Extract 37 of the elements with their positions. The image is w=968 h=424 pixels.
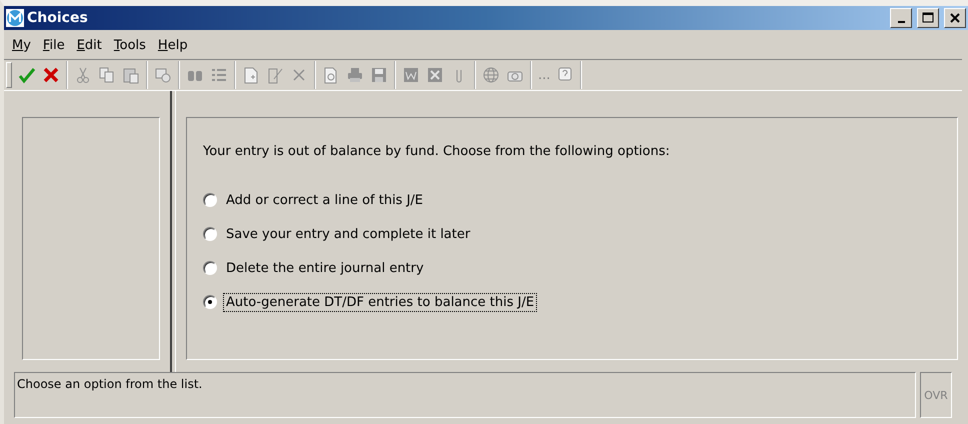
radio-button[interactable]: [203, 295, 217, 309]
scissors-icon[interactable]: [74, 66, 92, 84]
edit-document-icon[interactable]: [266, 66, 284, 84]
spreadsheet-icon[interactable]: [426, 66, 444, 84]
globe-icon[interactable]: [482, 66, 500, 84]
radio-button[interactable]: [203, 227, 217, 241]
maximize-icon: [922, 12, 934, 24]
menu-item[interactable]: Help: [158, 38, 188, 53]
check-icon[interactable]: [18, 66, 36, 84]
option-label[interactable]: Save your entry and complete it later: [223, 224, 474, 244]
option-label[interactable]: Add or correct a line of this J/E: [223, 190, 426, 210]
word-document-icon[interactable]: [402, 66, 420, 84]
close-icon: [949, 12, 961, 24]
option-label[interactable]: Delete the entire journal entry: [223, 258, 427, 278]
menu-item[interactable]: Tools: [114, 38, 146, 53]
copy-icon[interactable]: [98, 66, 116, 84]
overwrite-indicator: OVR: [920, 372, 952, 418]
menu-item[interactable]: Edit: [76, 38, 102, 53]
window-title: Choices: [27, 10, 89, 26]
menu-item[interactable]: File: [42, 38, 65, 53]
radio-button[interactable]: [203, 193, 217, 207]
paste-icon[interactable]: [122, 66, 140, 84]
close-button[interactable]: [944, 8, 966, 28]
close-icon[interactable]: [42, 66, 60, 84]
new-document-icon[interactable]: [242, 66, 260, 84]
maximize-button[interactable]: [917, 8, 939, 28]
minimize-icon: [898, 21, 904, 23]
app-logo-icon: [6, 9, 24, 27]
list-icon[interactable]: [210, 66, 228, 84]
menu-item[interactable]: My: [12, 38, 31, 53]
status-message: Choose an option from the list.: [14, 372, 916, 418]
prompt-text: Your entry is out of balance by fund. Choose from the following options:: [203, 144, 671, 159]
option-label[interactable]: Auto-generate DT/DF entries to balance this J/E: [223, 292, 538, 312]
radio-button[interactable]: [203, 261, 217, 275]
printer-icon[interactable]: [346, 66, 364, 84]
minimize-button[interactable]: [890, 8, 912, 28]
save-icon[interactable]: [370, 66, 388, 84]
